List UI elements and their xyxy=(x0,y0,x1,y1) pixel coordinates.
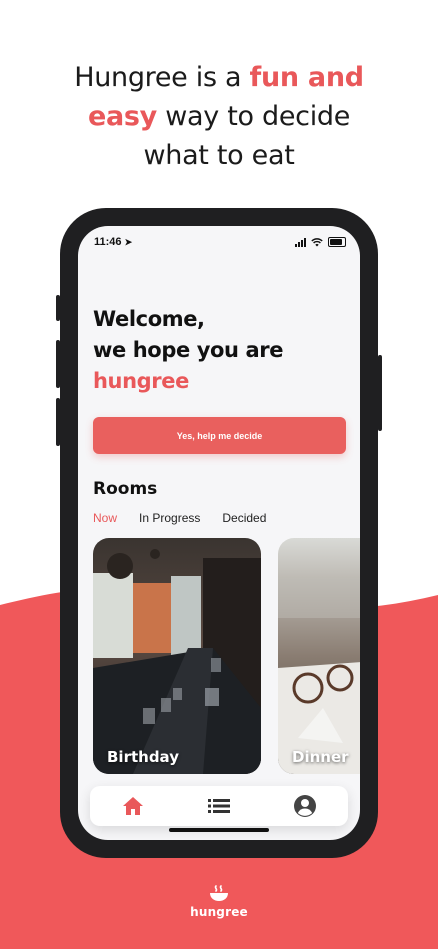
battery-icon xyxy=(328,237,346,247)
tab-decided[interactable]: Decided xyxy=(222,511,266,525)
room-card-dinner[interactable]: Dinner xyxy=(278,538,360,774)
rooms-tabs: Now In Progress Decided xyxy=(93,511,266,525)
profile-icon[interactable] xyxy=(290,791,320,821)
dinner-photo xyxy=(278,538,360,774)
room-card-label: Birthday xyxy=(107,748,179,766)
home-icon[interactable] xyxy=(118,791,148,821)
phone-power-button xyxy=(378,355,382,431)
room-card-birthday[interactable]: Birthday xyxy=(93,538,261,774)
signal-icon xyxy=(295,237,306,247)
logo-text: hungree xyxy=(190,905,248,919)
list-icon[interactable] xyxy=(204,791,234,821)
phone-screen: 11:46 ➤ Welcome, we hope you are hungree… xyxy=(78,226,360,840)
headline-line1: Hungree is a xyxy=(74,62,250,93)
bottom-tab-bar xyxy=(90,786,348,826)
headline-accent-1: fun and xyxy=(249,62,365,93)
wifi-icon xyxy=(311,237,323,246)
headline-accent-2: easy xyxy=(87,101,157,132)
room-card-label: Dinner xyxy=(292,748,349,766)
headline-line3: what to eat xyxy=(143,140,295,171)
headline-line2: way to decide xyxy=(156,101,351,132)
restaurant-photo xyxy=(93,538,261,774)
tab-now[interactable]: Now xyxy=(93,511,117,525)
welcome-heading: Welcome, we hope you are hungree xyxy=(93,304,283,397)
welcome-line2: we hope you are xyxy=(93,338,284,362)
home-indicator xyxy=(169,828,269,832)
tab-in-progress[interactable]: In Progress xyxy=(139,511,200,525)
status-icons xyxy=(295,237,346,247)
bowl-icon xyxy=(210,885,228,901)
status-time: 11:46 ➤ xyxy=(94,236,133,248)
headline: Hungree is a fun and easy way to decide … xyxy=(0,58,438,175)
help-me-decide-button[interactable]: Yes, help me decide xyxy=(93,417,346,454)
rooms-title: Rooms xyxy=(93,479,158,499)
welcome-line1: Welcome, xyxy=(93,307,205,331)
phone-frame: 11:46 ➤ Welcome, we hope you are hungree… xyxy=(60,208,378,858)
hungree-logo: hungree xyxy=(0,884,438,919)
location-arrow-icon: ➤ xyxy=(124,237,133,247)
welcome-line3: hungree xyxy=(93,369,189,393)
